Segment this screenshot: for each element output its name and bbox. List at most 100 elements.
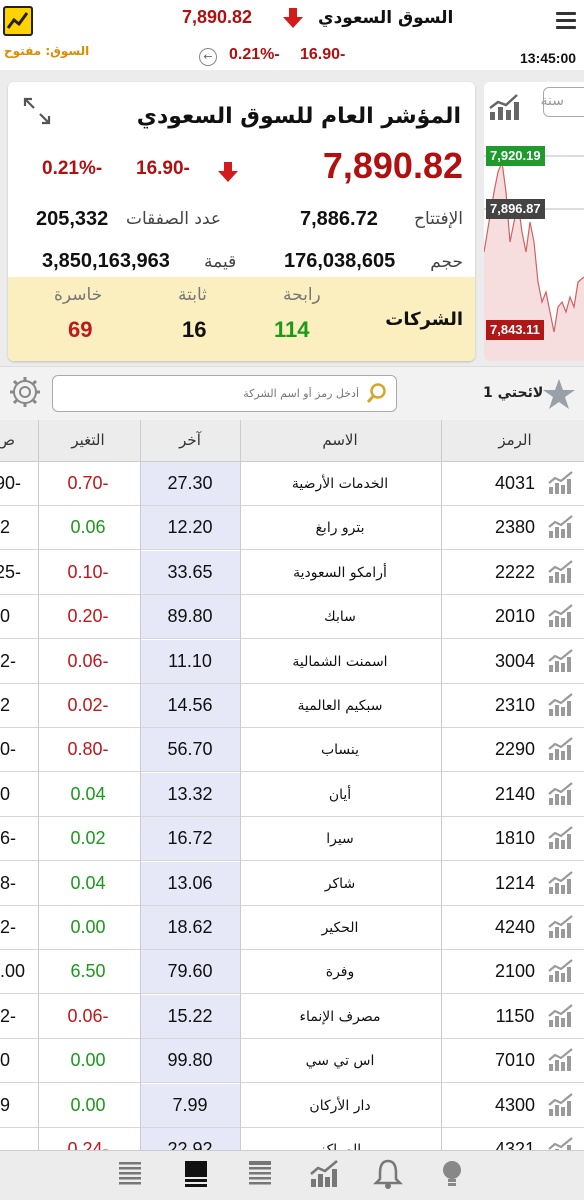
col-symbol[interactable]: الرمز	[470, 431, 560, 449]
header-change-pct: 0.21%-	[229, 46, 280, 63]
cell-symbol: 1150	[495, 1005, 535, 1026]
cell-last: 14.56	[167, 695, 213, 715]
cell-last: 15.22	[167, 1005, 213, 1026]
star-icon[interactable]	[541, 377, 577, 411]
index-band: المؤشر العام للسوق السعودي 7,890.82 0.21…	[0, 70, 584, 366]
cell-pct: 89	[0, 1094, 11, 1115]
index-change: 16.90-	[136, 158, 190, 179]
table-row[interactable]: 1214 شاكر 13.06 0.04 08-	[0, 861, 584, 906]
cell-symbol: 2010	[494, 606, 536, 627]
value-value: 3,850,163,963	[42, 250, 170, 272]
trades-value: 205,332	[36, 208, 109, 230]
index-value: 7,890.82	[322, 145, 463, 186]
market-time: 13:45:00	[520, 50, 577, 66]
app-logo-icon[interactable]	[3, 6, 33, 36]
table-row[interactable]: 2310 سبكيم العالمية 14.56 0.02- 32	[0, 684, 584, 728]
cell-change: 0.02-	[67, 695, 109, 715]
market-name: السوق السعودي	[318, 8, 454, 28]
lines-icon[interactable]	[243, 1157, 277, 1191]
table-row[interactable]: 2290 ينساب 56.70 0.80- 50-	[0, 728, 584, 773]
cell-name: أيان	[328, 786, 352, 803]
col-pct[interactable]: ص	[0, 431, 16, 449]
cell-symbol: 2380	[494, 517, 536, 538]
open-label: الإفتتاح	[414, 209, 463, 229]
table-row[interactable]: 7010 اس تي سي 99.80 0.00 10	[0, 1039, 584, 1084]
cell-change: 0.04	[70, 783, 106, 804]
cell-symbol: 4300	[494, 1094, 536, 1115]
cell-symbol: 1214	[494, 872, 536, 893]
table-row[interactable]: 1810 سيرا 16.72 0.02 16-	[0, 817, 584, 862]
cell-pct: 90	[0, 606, 11, 627]
cell-last: 99.80	[167, 1050, 213, 1071]
table-row[interactable]: 2010 سابك 89.80 0.20- 90	[0, 595, 584, 640]
chart-icon[interactable]	[488, 92, 520, 122]
expand-icon[interactable]	[22, 96, 52, 126]
cell-change: 0.70-	[67, 473, 109, 493]
cell-last: 16.72	[167, 828, 213, 849]
cell-name: وفرة	[325, 964, 355, 981]
side-chart-panel[interactable]: سنة 7,920.19 7,896.87 7,843.11	[484, 82, 584, 361]
header-change: 16.90-	[300, 46, 346, 63]
companies-label: الشركات	[385, 309, 463, 330]
column-divider	[240, 420, 241, 1173]
period-tab[interactable]: سنة	[541, 87, 584, 117]
table-row[interactable]: 4300 دار الأركان 7.99 0.00 89	[0, 1083, 584, 1128]
watchlist-label[interactable]: لائحتي 1	[483, 385, 543, 401]
cell-pct: 3.00	[0, 961, 26, 982]
cell-pct: 90	[0, 783, 11, 804]
cell-last: 33.65	[167, 561, 213, 582]
cell-change: 0.10-	[67, 561, 109, 582]
menu-icon[interactable]	[556, 12, 576, 30]
table-row[interactable]: 1150 مصرف الإنماء 15.22 0.06- 82-	[0, 994, 584, 1039]
bulb-icon[interactable]	[435, 1157, 469, 1191]
chart-icon[interactable]	[307, 1157, 341, 1191]
cell-pct: 32	[0, 695, 11, 715]
chart-low-tag: 7,843.11	[486, 320, 544, 340]
column-divider	[38, 420, 39, 1173]
cell-last: 7.99	[172, 1094, 208, 1115]
col-name[interactable]: الاسم	[240, 431, 440, 449]
cell-change: 0.04	[70, 872, 106, 893]
cell-symbol: 2290	[494, 739, 536, 760]
list-icon[interactable]	[113, 1157, 147, 1191]
header-index-value: 7,890.82	[182, 7, 253, 27]
watchlist-icon[interactable]	[179, 1157, 213, 1191]
column-divider	[441, 420, 442, 1173]
cell-pct: 10	[0, 1050, 11, 1071]
cell-name: اسمنت الشمالية	[292, 653, 388, 670]
table-row[interactable]: 3004 اسمنت الشمالية 11.10 0.06- 82-	[0, 639, 584, 684]
table-row[interactable]: 2380 بترو رابغ 12.20 0.06 92	[0, 506, 584, 551]
search-box[interactable]	[52, 375, 397, 412]
unchanged-value: 16	[182, 317, 207, 342]
back-arrow-icon[interactable]: ←	[199, 48, 217, 66]
table-header: الرمز الاسم آخر التغير ص	[0, 420, 584, 462]
cell-last: 27.30	[167, 473, 213, 493]
table-row[interactable]: 2100 وفرة 79.60 6.50 3.00	[0, 950, 584, 995]
companies-panel: رابحة ثابتة خاسرة 114 16 69 الشركات	[8, 277, 475, 361]
cell-last: 79.60	[167, 961, 213, 982]
search-input[interactable]	[59, 381, 359, 405]
col-last[interactable]: آخر	[140, 431, 240, 449]
bell-icon[interactable]	[371, 1157, 405, 1191]
arrow-down-icon	[218, 162, 238, 184]
table-row[interactable]: 4240 الحكير 18.62 0.00 52-	[0, 906, 584, 950]
cell-name: دار الأركان	[309, 1097, 371, 1114]
cell-pct: 82-	[0, 650, 17, 671]
table-row[interactable]: 2222 أرامكو السعودية 33.65 0.10- .25-	[0, 550, 584, 595]
col-change[interactable]: التغير	[38, 431, 138, 449]
top-header: السوق السعودي 7,890.82 السوق: مفتوح ← 0.…	[0, 0, 584, 80]
column-divider	[140, 420, 141, 1173]
cell-pct: 82-	[0, 1005, 17, 1026]
volume-label: حجم	[430, 252, 463, 272]
index-card[interactable]: المؤشر العام للسوق السعودي 7,890.82 0.21…	[8, 82, 475, 361]
search-bar: لائحتي 1	[0, 366, 584, 420]
cell-last: 18.62	[167, 917, 213, 937]
search-icon[interactable]	[366, 382, 388, 404]
chart-current-tag: 7,896.87	[486, 199, 545, 219]
table-row[interactable]: 2140 أيان 13.32 0.04 90	[0, 772, 584, 817]
cell-name: مصرف الإنماء	[299, 1008, 381, 1025]
table-row[interactable]: 4031 الخدمات الأرضية 27.30 0.70- .90-	[0, 462, 584, 506]
cell-change: 0.06-	[67, 650, 109, 671]
gear-icon[interactable]	[8, 375, 42, 409]
cell-symbol: 4240	[494, 917, 536, 937]
